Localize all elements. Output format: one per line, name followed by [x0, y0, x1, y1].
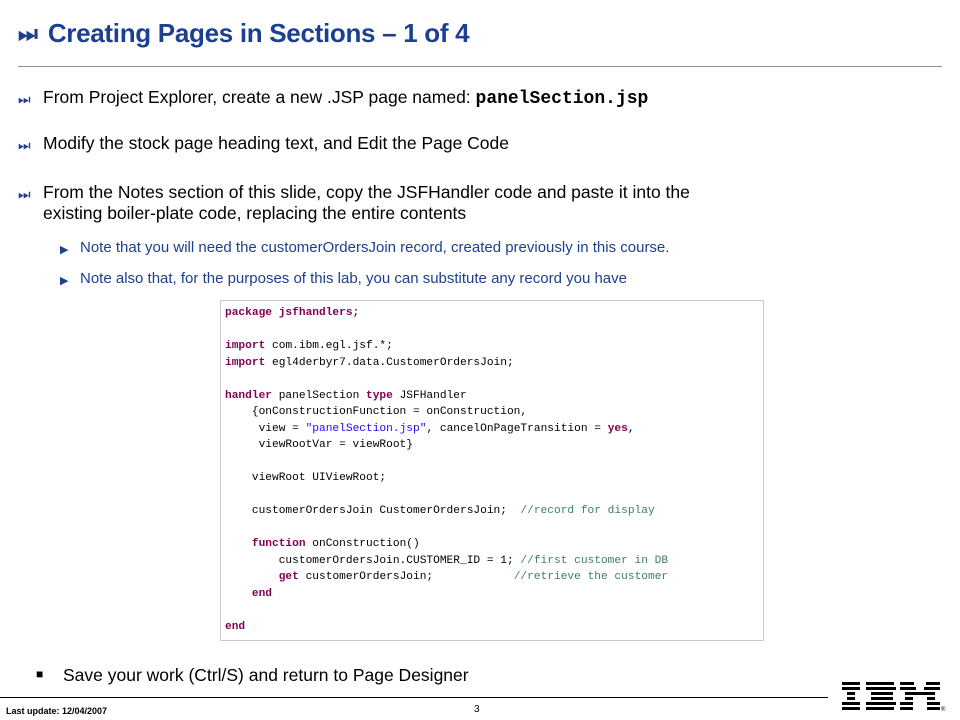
last-update: Last update: 12/04/2007 [6, 706, 108, 716]
skip-forward-icon: ⏭ [18, 186, 31, 202]
bullet-modify-heading: ⏭ Modify the stock page heading text, an… [18, 133, 938, 156]
svg-text:®: ® [941, 706, 946, 713]
sub-bullet-record-note: ▶ Note that you will need the customerOr… [60, 239, 930, 259]
code-line: function onConstruction() [221, 536, 763, 553]
code-keyword: get [278, 571, 299, 583]
bullet-copy-line2: existing boiler-plate code, replacing th… [43, 203, 467, 223]
skip-forward-icon: ⏭ [18, 20, 38, 46]
square-bullet-icon: ■ [36, 667, 44, 681]
ibm-logo: ® [842, 682, 946, 713]
code-keyword: import [225, 356, 266, 369]
filename: panelSection.jsp [475, 89, 649, 109]
code-line: view = "panelSection.jsp", cancelOnPageT… [221, 421, 763, 438]
bullet-copy-code: ⏭ From the Notes section of this slide, … [18, 182, 938, 224]
code-comment: //first customer in DB [520, 554, 669, 567]
slide-title: Creating Pages in Sections – 1 of 4 [47, 18, 470, 48]
skip-forward-icon: ⏭ [18, 91, 31, 107]
code-keyword: handler [225, 389, 272, 402]
bullet-text: Save your work (Ctrl/S) and return to Pa… [63, 665, 469, 685]
code-text: view = [225, 422, 306, 435]
code-text: {onConstructionFunction = onConstruction… [225, 406, 528, 418]
code-keyword: end [251, 587, 273, 600]
code-text: viewRoot UIViewRoot; [225, 472, 387, 484]
footer-divider [0, 697, 828, 698]
title-divider [18, 66, 942, 67]
code-keyword: type [366, 389, 393, 402]
code-line: customerOrdersJoin CustomerOrdersJoin; /… [221, 503, 763, 520]
code-text: JSFHandler [392, 389, 467, 402]
code-string: "panelSection.jsp" [305, 422, 427, 435]
code-line: viewRootVar = viewRoot} [221, 437, 763, 454]
code-text: panelSection [272, 389, 366, 402]
code-line: import com.ibm.egl.jsf.*; [221, 338, 763, 355]
code-line: {onConstructionFunction = onConstruction… [221, 404, 763, 421]
title-row: ⏭ Creating Pages in Sections – 1 of 4 [18, 18, 470, 49]
code-text: customerOrdersJoin CustomerOrdersJoin; [225, 505, 521, 517]
code-line: customerOrdersJoin.CUSTOMER_ID = 1; //fi… [221, 553, 763, 570]
sub-bullet-substitute-note: ▶ Note also that, for the purposes of th… [60, 270, 930, 290]
code-line: package jsfhandlers; [221, 305, 763, 322]
code-screenshot: package jsfhandlers; import com.ibm.egl.… [220, 300, 764, 641]
code-line: end [221, 586, 763, 603]
triangle-right-icon: ▶ [60, 244, 69, 256]
code-text: egl4derbyr7.data.CustomerOrdersJoin; [265, 356, 514, 369]
code-line: import egl4derbyr7.data.CustomerOrdersJo… [221, 355, 763, 372]
code-keyword: function [251, 538, 306, 550]
bullet-text: From the Notes section of this slide, co… [43, 182, 938, 224]
code-package: package jsfhandlers; [225, 307, 360, 319]
code-text: onConstruction() [305, 538, 420, 550]
code-text: com.ibm.egl.jsf.*; [265, 340, 393, 352]
page-number: 3 [474, 704, 480, 715]
triangle-right-icon: ▶ [60, 275, 69, 287]
code-text: , cancelOnPageTransition = [426, 422, 608, 435]
code-comment: //retrieve the customer [513, 571, 669, 583]
bullet-text: Modify the stock page heading text, and … [43, 133, 510, 153]
code-text: customerOrdersJoin.CUSTOMER_ID = 1; [225, 554, 521, 567]
bullet-create-page: ⏭ From Project Explorer, create a new .J… [18, 87, 938, 110]
code-text: viewRootVar = viewRoot} [225, 439, 413, 451]
sub-bullet-text: Note also that, for the purposes of this… [80, 270, 627, 287]
bullet-copy-line1: From the Notes section of this slide, co… [43, 182, 690, 202]
code-text: customerOrdersJoin; [298, 571, 514, 583]
code-keyword: yes [607, 422, 628, 435]
code-keyword: end [225, 620, 246, 633]
skip-forward-icon: ⏭ [18, 137, 31, 153]
bullet-text: From Project Explorer, create a new .JSP… [43, 87, 938, 110]
code-line: end [221, 619, 763, 636]
code-comment: //record for display [520, 505, 655, 517]
sub-bullet-text: Note that you will need the customerOrde… [80, 239, 670, 256]
code-keyword: import [225, 340, 266, 352]
code-line: handler panelSection type JSFHandler [221, 388, 763, 405]
bullet-create-text: From Project Explorer, create a new .JSP… [43, 87, 476, 107]
code-text: , [627, 422, 635, 435]
code-line: get customerOrdersJoin; //retrieve the c… [221, 569, 763, 586]
code-line: viewRoot UIViewRoot; [221, 470, 763, 487]
bullet-save-work: ■ Save your work (Ctrl/S) and return to … [36, 665, 469, 686]
